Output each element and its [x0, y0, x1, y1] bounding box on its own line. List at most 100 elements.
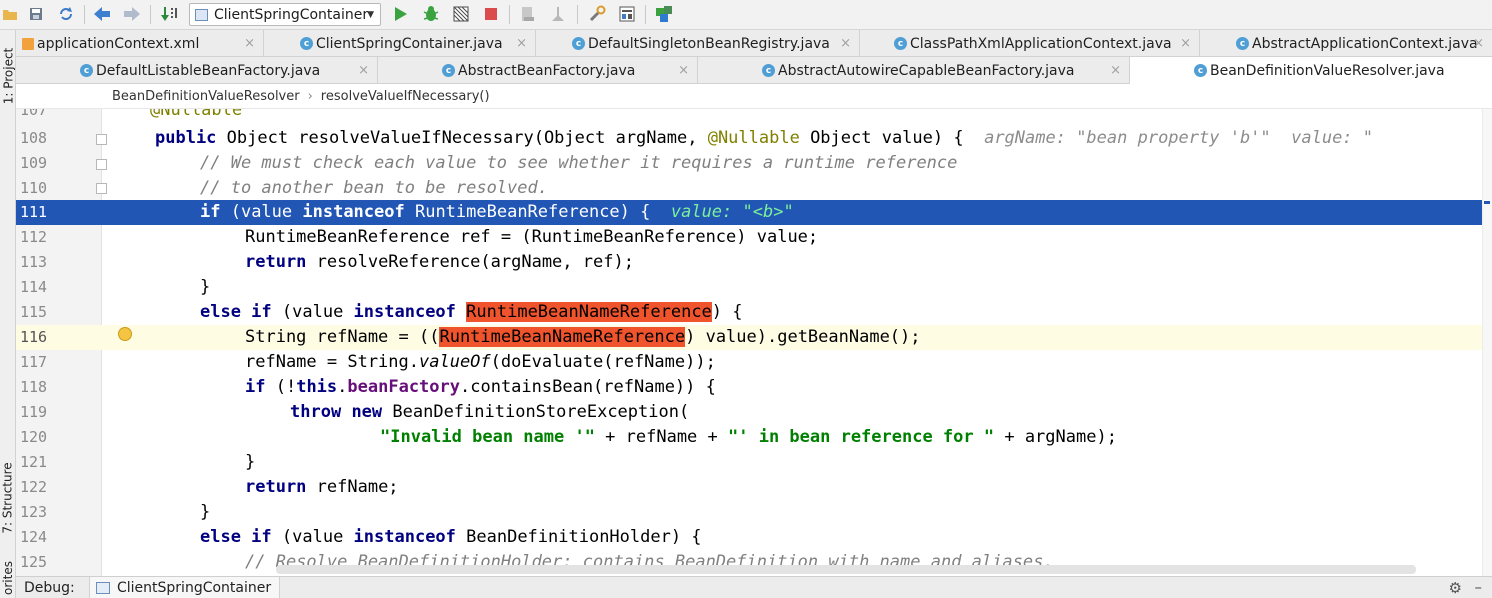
tab-default-listable-bean-factory[interactable]: c DefaultListableBeanFactory.java × [16, 57, 378, 84]
sync-icon[interactable] [56, 4, 76, 24]
close-icon[interactable]: × [516, 36, 527, 51]
code-line[interactable]: 124 else if (value instanceof BeanDefini… [16, 525, 1492, 550]
tab-label: ClientSpringContainer.java [316, 35, 503, 52]
code-line[interactable]: 109 // We must check each value to see w… [16, 151, 1492, 176]
code-line[interactable]: 119 throw new BeanDefinitionStoreExcepti… [16, 400, 1492, 425]
fold-marker-icon[interactable] [96, 159, 107, 170]
static-method: valueOf [419, 352, 491, 372]
tab-class-path-xml-application-context[interactable]: c ClassPathXmlApplicationContext.java × [860, 30, 1200, 57]
code-line[interactable]: 113 return resolveReference(argName, ref… [16, 250, 1492, 275]
code-line[interactable]: 122 return refName; [16, 475, 1492, 500]
horizontal-scrollbar[interactable] [276, 565, 1416, 574]
close-icon[interactable]: × [1110, 63, 1121, 78]
code-text: return refName; [110, 477, 399, 497]
folder-icon[interactable] [0, 4, 20, 24]
gear-icon[interactable]: ⚙ [1449, 579, 1462, 597]
debug-session-tab[interactable]: ClientSpringContainer [89, 577, 281, 598]
code-line[interactable]: 115 else if (value instanceof RuntimeBea… [16, 300, 1492, 325]
xml-file-icon [22, 37, 34, 50]
tab-label: DefaultSingletonBeanRegistry.java [588, 35, 830, 52]
coverage-icon[interactable] [451, 4, 471, 24]
forward-icon[interactable] [122, 4, 142, 24]
line-number: 111 [20, 203, 48, 221]
sdk-icon[interactable] [548, 4, 568, 24]
run-icon[interactable] [391, 4, 411, 24]
code-line[interactable]: 118 if (!this.beanFactory.containsBean(r… [16, 375, 1492, 400]
debug-inline-value: value: "<b>" [670, 202, 794, 222]
build-icon[interactable] [160, 4, 180, 24]
structure-tool-tab[interactable]: 7: Structure [0, 448, 16, 548]
class-icon: c [894, 37, 907, 50]
code-token: } [245, 452, 256, 472]
tab-label: BeanDefinitionValueResolver.java [1210, 62, 1445, 79]
code-text: refName = String.valueOf(doEvaluate(refN… [110, 352, 716, 372]
close-icon[interactable]: × [1180, 36, 1191, 51]
back-icon[interactable] [92, 4, 112, 24]
code-line[interactable]: 121 } [16, 450, 1492, 475]
line-number: 112 [20, 228, 48, 246]
execution-point-line[interactable]: 111 if (value instanceof RuntimeBeanRefe… [16, 200, 1492, 225]
class-icon: c [762, 64, 775, 77]
code-token: + argName); [994, 427, 1117, 447]
fold-marker-icon[interactable] [96, 183, 107, 194]
fold-marker-icon[interactable] [96, 134, 107, 145]
project-structure-icon[interactable] [654, 4, 674, 24]
breadcrumb-method[interactable]: resolveValueIfNecessary() [321, 89, 490, 104]
error-stripe[interactable] [1482, 109, 1492, 576]
minimize-icon[interactable]: – [1475, 578, 1483, 596]
code-token: ) { [711, 302, 743, 322]
code-token: Object resolveValueIfNecessary(Object ar… [216, 128, 708, 148]
editor-tab-row-1: applicationContext.xml × c ClientSpringC… [16, 30, 1492, 57]
tab-abstract-autowire-capable-bean-factory[interactable]: c AbstractAutowireCapableBeanFactory.jav… [698, 57, 1130, 84]
code-text: String refName = ((RuntimeBeanNameRefere… [110, 327, 921, 347]
caret-line[interactable]: 116 String refName = ((RuntimeBeanNameRe… [16, 325, 1492, 350]
save-icon[interactable] [26, 4, 46, 24]
selection-marker[interactable] [1484, 201, 1490, 204]
code-editor[interactable]: 107 @Nullable 108 public Object resolveV… [16, 109, 1492, 576]
code-line[interactable]: 114 } [16, 275, 1492, 300]
application-icon [96, 582, 110, 594]
breadcrumb-class[interactable]: BeanDefinitionValueResolver [112, 89, 300, 104]
close-icon[interactable]: × [840, 36, 851, 51]
code-token: RuntimeBeanReference ref = (RuntimeBeanR… [245, 227, 819, 247]
project-tool-tab[interactable]: 1: Project [0, 38, 16, 114]
settings-icon[interactable] [587, 4, 607, 24]
tab-default-singleton-bean-registry[interactable]: c DefaultSingletonBeanRegistry.java × [536, 30, 860, 57]
usage-highlight: RuntimeBeanNameReference [466, 302, 712, 322]
tab-abstract-bean-factory[interactable]: c AbstractBeanFactory.java × [378, 57, 698, 84]
tab-application-context-xml[interactable]: applicationContext.xml × [16, 30, 264, 57]
tab-client-spring-container[interactable]: c ClientSpringContainer.java × [264, 30, 536, 57]
left-tool-strip: 1: Project 7: Structure orites [0, 30, 16, 598]
code-line[interactable]: 112 RuntimeBeanReference ref = (RuntimeB… [16, 225, 1492, 250]
code-line[interactable]: 120 "Invalid bean name '" + refName + "'… [16, 425, 1492, 450]
vcs-icon[interactable] [518, 4, 538, 24]
keyword: return [245, 477, 307, 497]
close-icon[interactable]: × [244, 36, 255, 51]
code-line[interactable]: 108 public Object resolveValueIfNecessar… [16, 126, 1492, 151]
close-icon[interactable]: × [678, 63, 689, 78]
application-icon [195, 8, 208, 21]
tab-bean-definition-value-resolver[interactable]: c BeanDefinitionValueResolver.java [1130, 57, 1492, 84]
favorites-tool-tab[interactable]: orites [0, 558, 16, 598]
code-line[interactable]: 110 // to another bean to be resolved. [16, 176, 1492, 201]
tab-abstract-application-context[interactable]: c AbstractApplicationContext.java × [1200, 30, 1492, 57]
close-icon[interactable]: × [1473, 36, 1484, 51]
tab-label: applicationContext.xml [37, 35, 200, 52]
code-line[interactable]: 123 } [16, 500, 1492, 525]
run-configuration-label: ClientSpringContainer [214, 6, 369, 23]
close-icon[interactable]: × [358, 63, 369, 78]
code-text: "Invalid bean name '" + refName + "' in … [110, 427, 1117, 447]
run-configuration-select[interactable]: ClientSpringContainer ▼ [189, 3, 381, 26]
debug-icon[interactable] [421, 4, 441, 24]
code-line[interactable]: 107 @Nullable [16, 109, 1492, 123]
code-token: + refName + [594, 427, 728, 447]
code-line[interactable]: 117 refName = String.valueOf(doEvaluate(… [16, 350, 1492, 375]
structure-icon[interactable] [617, 4, 637, 24]
annotation: @Nullable [707, 128, 800, 148]
editor-tab-row-2: c DefaultListableBeanFactory.java × c Ab… [16, 57, 1492, 84]
class-icon: c [1236, 37, 1249, 50]
code-token: refName = String. [245, 352, 419, 372]
lightbulb-icon[interactable] [118, 327, 132, 341]
stop-icon[interactable] [481, 4, 501, 24]
code-text: // to another bean to be resolved. [110, 178, 548, 198]
